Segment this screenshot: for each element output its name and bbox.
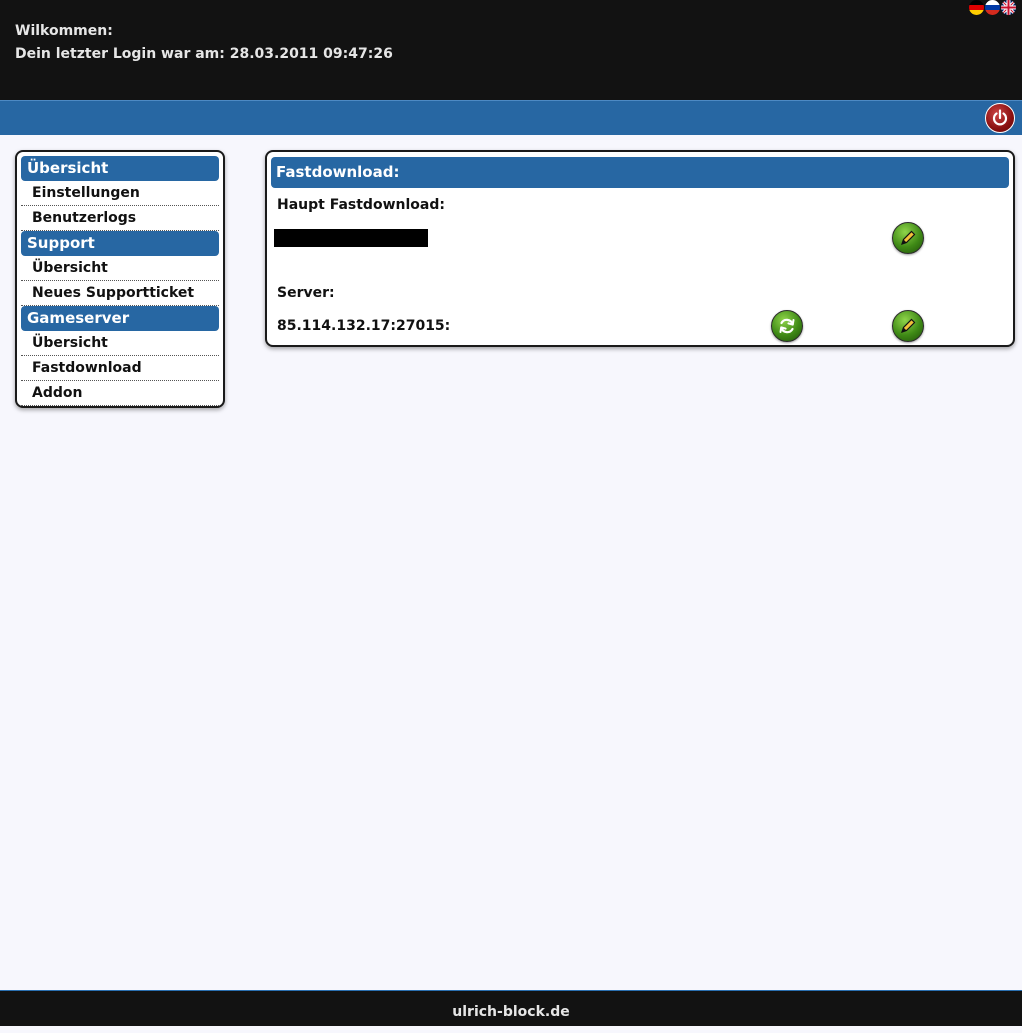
sidebar: Übersicht Einstellungen Benutzerlogs Sup… [15, 150, 225, 408]
header: Wilkommen: Dein letzter Login war am: 28… [0, 0, 1022, 100]
sidebar-item-fastdownload[interactable]: Fastdownload [21, 356, 219, 381]
fastdownload-panel: Fastdownload: Haupt Fastdownload: Server… [265, 150, 1015, 347]
sidebar-section-support[interactable]: Support [21, 231, 219, 256]
sidebar-item-gameserver-uebersicht[interactable]: Übersicht [21, 331, 219, 356]
pencil-icon[interactable] [892, 222, 924, 254]
redacted-url [274, 229, 428, 247]
uk-flag-icon[interactable] [1001, 0, 1016, 15]
power-icon[interactable] [985, 103, 1015, 133]
navbar [0, 100, 1022, 135]
sidebar-item-support-uebersicht[interactable]: Übersicht [21, 256, 219, 281]
sidebar-item-benutzerlogs[interactable]: Benutzerlogs [21, 206, 219, 231]
pencil-icon[interactable] [892, 310, 924, 342]
language-switcher [969, 0, 1016, 15]
sidebar-item-addon[interactable]: Addon [21, 381, 219, 406]
russian-flag-icon[interactable] [985, 0, 1000, 15]
sidebar-item-neues-supportticket[interactable]: Neues Supportticket [21, 281, 219, 306]
footer: ulrich-block.de [0, 990, 1022, 1026]
sidebar-section-gameserver[interactable]: Gameserver [21, 306, 219, 331]
sidebar-section-uebersicht[interactable]: Übersicht [21, 156, 219, 181]
panel-title: Fastdownload: [271, 157, 1009, 188]
main-fastdownload-label: Haupt Fastdownload: [277, 197, 445, 213]
server-label: Server: [277, 285, 335, 301]
welcome-text: Wilkommen: [15, 23, 113, 39]
server-address: 85.114.132.17:27015: [277, 318, 451, 334]
refresh-icon[interactable] [771, 310, 803, 342]
sidebar-item-einstellungen[interactable]: Einstellungen [21, 181, 219, 206]
last-login-text: Dein letzter Login war am: 28.03.2011 09… [15, 46, 393, 62]
german-flag-icon[interactable] [969, 0, 984, 15]
